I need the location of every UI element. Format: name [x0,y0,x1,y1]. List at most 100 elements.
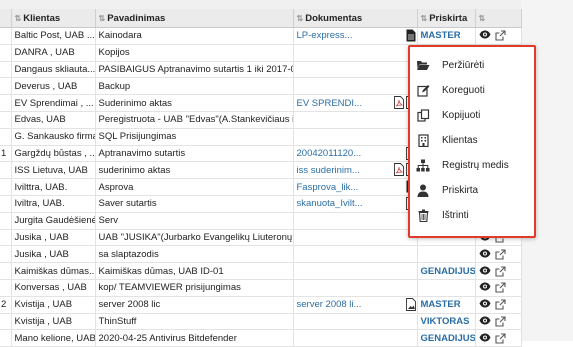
cell-dokumentas: 20042011120... [293,145,418,163]
row-index [0,262,12,280]
col-header-pavadinimas[interactable]: ⇅ Pavadinimas [95,9,294,28]
row-index [0,229,12,247]
eye-icon[interactable] [479,249,490,260]
menu-item-label: Registrų medis [442,159,509,171]
cell-dokumentas [293,77,418,96]
col-header-label: Dokumentas [305,12,363,24]
external-link-icon[interactable] [494,265,506,277]
cell-klientas: Jusika , UAB [11,245,96,264]
table-row[interactable]: Baltic Post, UAB ... Kainodara LP-express.… [0,27,522,45]
cell-pavadinimas: Asprova [95,178,294,196]
eye-icon[interactable] [479,266,490,277]
table-row[interactable]: 2 Kvistija , UAB server 2008 lic server 200… [0,296,522,314]
cell-dokumentas [293,128,418,146]
external-link-icon[interactable] [494,333,506,344]
menu-item-registru-medis[interactable]: Registrų medis [410,153,534,177]
cell-klientas: Iviltra, UAB. [11,195,96,213]
cell-pavadinimas: ThinStuff [95,313,294,331]
cell-pavadinimas: suderinimo aktas [95,161,294,180]
document-link[interactable]: skanuota_Ivilt... [297,198,363,209]
external-link-icon[interactable] [494,282,506,293]
assigned-user: MASTER [420,299,461,311]
cell-pavadinimas: SQL Prisijungimas [95,128,294,146]
cell-priskirta: VIKTORAS [417,313,476,331]
cell-klientas: Ivilttra, UAB. [11,178,96,196]
row-index: 1 [0,145,12,163]
cell-pavadinimas: kop/ TEAMVIEWER prisijungimas [95,279,294,297]
cell-pavadinimas: Peregistruota - UAB "Edvas"(A.Stankeviči… [95,111,294,129]
table-row[interactable]: Konversas , UAB kop/ TEAMVIEWER prisijung… [0,279,522,297]
image-file-icon[interactable] [405,297,416,311]
assigned-user: MASTER [420,30,461,42]
row-index [0,111,12,129]
cell-klientas: Jusika , UAB [11,229,96,247]
document-link[interactable]: 20042011120... [297,148,362,159]
cell-dokumentas [293,44,418,62]
external-link-icon[interactable] [494,316,506,327]
external-link-icon[interactable] [494,299,506,310]
menu-item-label: Priskirta [442,184,479,196]
top-toolbar-band [0,0,573,9]
menu-item-label: Kopijuoti [442,109,481,121]
eye-icon[interactable] [479,299,490,310]
cell-klientas: Kvistija , UAB [11,296,96,314]
table-row[interactable]: Kvistija , UAB ThinStuff VIKTORAS [0,313,522,331]
menu-item-koreguoti[interactable]: Koreguoti [410,78,534,102]
table-row[interactable]: Jusika , UAB sa slaptazodis [0,245,522,264]
assigned-user: GENADIJUS [420,265,475,277]
cell-actions [475,245,522,264]
cell-klientas: ISS Lietuva, UAB [11,161,96,180]
cell-dokumentas: iss suderinim... [293,161,418,180]
external-link-icon[interactable] [494,249,506,260]
document-link[interactable]: EV SPRENDI... [297,98,362,109]
table-row[interactable]: Mano kelione, UAB 2020-04-25 Antivirus Bi… [0,329,522,347]
cell-actions [475,27,522,45]
pdf-file-icon[interactable] [393,163,404,177]
table-row[interactable]: Kaimiškas dūmas... Kaimiškas dūmas, UAB I… [0,262,522,280]
external-link-icon[interactable] [494,30,506,41]
menu-item-priskirta[interactable]: Priskirta [410,178,534,202]
context-menu: Peržiūrėti Koreguoti Kopijuoti Klientas … [408,45,536,238]
col-header-dokumentas[interactable]: ⇅ Dokumentas [293,9,418,28]
document-link[interactable]: iss suderinim... [297,165,360,176]
document-link[interactable]: Fasprova_lik... [297,182,359,193]
menu-item-kopijuoti[interactable]: Kopijuoti [410,103,534,127]
document-link[interactable]: LP-express... [297,30,353,41]
row-index [0,128,12,146]
cell-dokumentas [293,313,418,331]
trash-icon [416,208,430,222]
row-index [0,61,12,79]
eye-icon[interactable] [479,316,490,327]
cell-pavadinimas: Serv [95,212,294,230]
col-header-klientas[interactable]: ⇅ Klientas [11,9,96,28]
cell-dokumentas: EV SPRENDI... [293,94,418,112]
cell-klientas: DANRA , UAB [11,44,96,62]
file-icon[interactable] [406,29,415,42]
menu-item-istrinti[interactable]: Ištrinti [410,203,534,227]
cell-dokumentas: server 2008 li... [293,296,418,314]
menu-item-klientas[interactable]: Klientas [410,128,534,152]
sort-icon: ⇅ [296,13,304,23]
cell-pavadinimas: Suderinimo aktas [95,94,294,112]
eye-icon[interactable] [479,30,490,41]
sort-icon: ⇅ [98,13,106,23]
menu-item-label: Ištrinti [442,209,469,221]
cell-pavadinimas: Kopijos [95,44,294,62]
pdf-file-icon[interactable] [393,96,404,110]
cell-priskirta: GENADIJUS [417,262,476,280]
eye-icon[interactable] [479,282,490,293]
col-header-label: Priskirta [429,12,468,24]
row-index [0,279,12,297]
document-file-icons [406,29,415,42]
eye-icon[interactable] [479,333,490,344]
document-link[interactable]: server 2008 li... [297,299,362,310]
row-index: 2 [0,296,12,314]
col-header-priskirta[interactable]: ⇅ Priskirta [417,9,476,28]
cell-pavadinimas: UAB "JUSIKA"(Jurbarko Evangelikų Liutero… [95,229,294,247]
menu-item-label: Klientas [442,134,478,146]
row-index [0,329,12,347]
cell-klientas: Edvas, UAB [11,111,96,129]
col-header-actions: ⇅ [475,9,522,28]
cell-actions [475,296,522,314]
menu-item-perziureti[interactable]: Peržiūrėti [410,53,534,77]
